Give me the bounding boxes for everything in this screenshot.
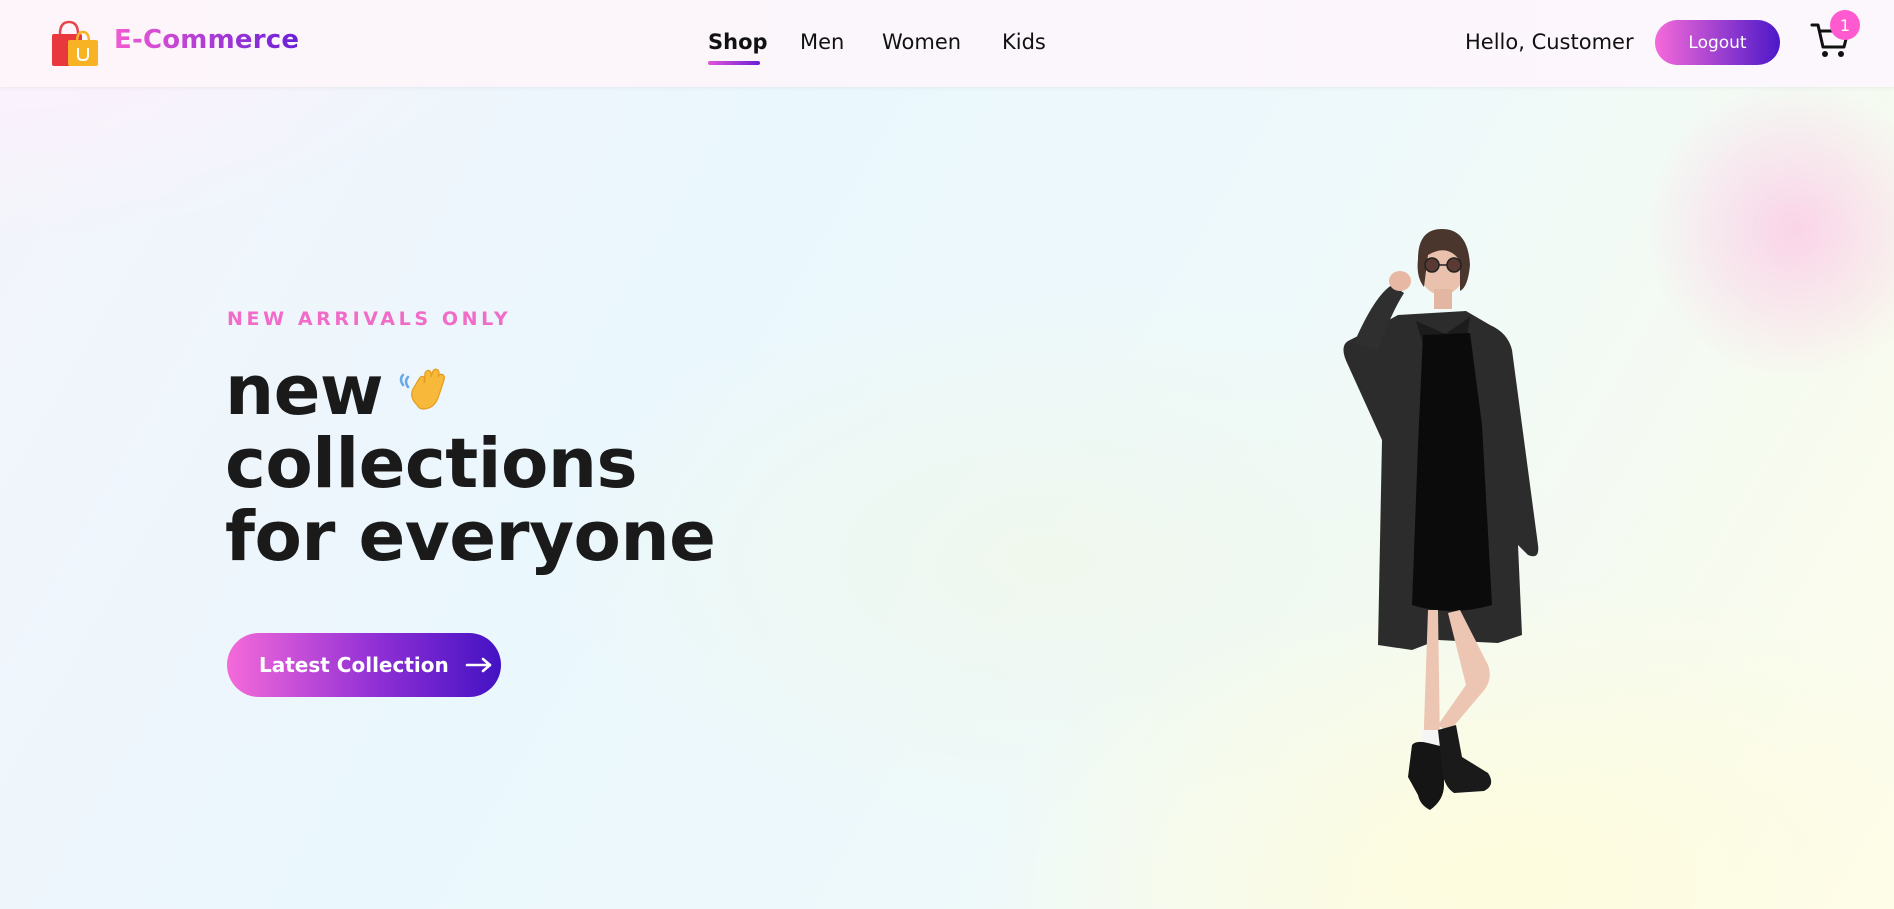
nav-item-women[interactable]: Women [882,30,961,54]
brand-name[interactable]: E-Commerce [114,25,299,55]
hero-model-image [1343,229,1539,810]
logout-button[interactable]: Logout [1655,20,1780,65]
headline-line-1: new [225,355,715,428]
cart-count-badge: 1 [1830,10,1860,40]
nav-item-shop[interactable]: Shop [708,30,768,54]
waving-hand-icon [399,368,446,410]
hero-eyebrow: NEW ARRIVALS ONLY [227,308,512,330]
headline-word-new: new [225,351,384,431]
cta-label: Latest Collection [259,653,449,677]
nav-active-indicator [708,61,760,65]
arrow-right-icon [465,657,492,673]
headline-line-3: for everyone [225,497,716,577]
shopping-bag-icon[interactable] [50,18,102,68]
nav-item-kids[interactable]: Kids [1002,30,1046,54]
hero-headline: new collections for everyone [225,355,716,577]
headline-line-2: collections [225,424,638,504]
nav-item-men[interactable]: Men [800,30,844,54]
latest-collection-button[interactable]: Latest Collection [227,633,501,697]
navbar: E-Commerce Shop Men Women Kids Hello, Cu… [0,0,1894,87]
user-greeting: Hello, Customer [1465,30,1634,54]
